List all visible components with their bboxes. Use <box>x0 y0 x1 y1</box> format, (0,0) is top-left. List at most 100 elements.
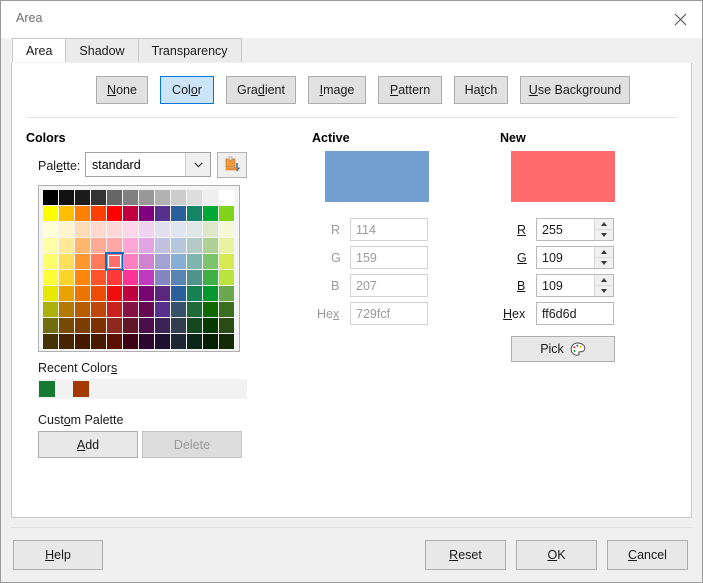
fill-type-image-button[interactable]: Image <box>308 76 366 104</box>
color-swatch[interactable] <box>155 334 170 349</box>
color-swatch[interactable] <box>171 302 186 317</box>
color-swatch[interactable] <box>203 206 218 221</box>
fill-type-use-background-button[interactable]: Use Background <box>520 76 630 104</box>
color-swatch[interactable] <box>59 222 74 237</box>
color-swatch[interactable] <box>219 334 234 349</box>
color-swatch[interactable] <box>219 302 234 317</box>
color-swatch[interactable] <box>219 238 234 253</box>
color-swatch[interactable] <box>91 190 106 205</box>
color-swatch[interactable] <box>75 302 90 317</box>
reset-button[interactable]: Reset <box>425 540 506 570</box>
color-swatch[interactable] <box>75 238 90 253</box>
color-swatch[interactable] <box>219 318 234 333</box>
color-swatch[interactable] <box>123 318 138 333</box>
fill-type-none-button[interactable]: None <box>96 76 148 104</box>
color-swatch[interactable] <box>139 254 154 269</box>
new-g-field[interactable]: 109 <box>536 246 614 269</box>
color-swatch[interactable] <box>91 222 106 237</box>
color-swatch[interactable] <box>75 334 90 349</box>
color-swatch[interactable] <box>107 286 122 301</box>
color-swatch[interactable] <box>203 286 218 301</box>
color-swatch[interactable] <box>123 270 138 285</box>
color-swatch[interactable] <box>219 190 234 205</box>
color-swatch[interactable] <box>203 254 218 269</box>
color-swatch[interactable] <box>187 318 202 333</box>
tab-transparency[interactable]: Transparency <box>137 38 242 62</box>
color-swatch[interactable] <box>123 222 138 237</box>
color-swatch[interactable] <box>203 190 218 205</box>
new-g-spin-down[interactable] <box>595 258 613 268</box>
color-swatch[interactable] <box>91 302 106 317</box>
color-swatch[interactable] <box>59 270 74 285</box>
new-b-field[interactable]: 109 <box>536 274 614 297</box>
color-swatch[interactable] <box>107 190 122 205</box>
color-swatch[interactable] <box>75 318 90 333</box>
chevron-down-icon[interactable] <box>185 153 210 176</box>
new-g-spinner[interactable] <box>594 247 613 268</box>
new-r-field[interactable]: 255 <box>536 218 614 241</box>
color-swatch[interactable] <box>171 206 186 221</box>
color-swatch[interactable] <box>203 222 218 237</box>
color-swatch[interactable] <box>123 206 138 221</box>
color-swatch[interactable] <box>123 302 138 317</box>
color-swatch[interactable] <box>91 206 106 221</box>
color-swatch[interactable] <box>91 270 106 285</box>
color-swatch[interactable] <box>75 270 90 285</box>
color-swatch[interactable] <box>203 270 218 285</box>
color-swatch[interactable] <box>187 238 202 253</box>
color-swatch[interactable] <box>107 318 122 333</box>
new-r-spinner[interactable] <box>594 219 613 240</box>
palette-dropdown[interactable]: standard <box>85 152 211 177</box>
color-swatch[interactable] <box>59 254 74 269</box>
color-swatch[interactable] <box>155 318 170 333</box>
color-swatch[interactable] <box>43 286 58 301</box>
fill-type-hatch-button[interactable]: Hatch <box>454 76 508 104</box>
color-swatch[interactable] <box>43 190 58 205</box>
color-swatch[interactable] <box>75 190 90 205</box>
color-swatch[interactable] <box>123 190 138 205</box>
color-swatch[interactable] <box>203 238 218 253</box>
color-swatch[interactable] <box>155 222 170 237</box>
color-swatch[interactable] <box>91 286 106 301</box>
color-swatch[interactable] <box>59 238 74 253</box>
new-hex-field[interactable]: ff6d6d <box>536 302 614 325</box>
new-b-spinner[interactable] <box>594 275 613 296</box>
color-swatch[interactable] <box>171 190 186 205</box>
color-swatch[interactable] <box>43 206 58 221</box>
color-swatch[interactable] <box>155 254 170 269</box>
color-swatch[interactable] <box>75 222 90 237</box>
color-swatch[interactable] <box>139 238 154 253</box>
color-swatch[interactable] <box>155 286 170 301</box>
color-swatch[interactable] <box>139 286 154 301</box>
color-swatch[interactable] <box>171 334 186 349</box>
color-swatch[interactable] <box>155 238 170 253</box>
recent-colors-bar[interactable] <box>38 379 247 399</box>
color-swatch[interactable] <box>43 318 58 333</box>
color-swatch[interactable] <box>219 206 234 221</box>
new-r-spin-up[interactable] <box>595 219 613 230</box>
color-swatch[interactable] <box>139 222 154 237</box>
close-icon[interactable] <box>658 1 702 37</box>
color-swatch[interactable] <box>59 302 74 317</box>
color-swatch[interactable] <box>43 334 58 349</box>
color-swatch[interactable] <box>187 334 202 349</box>
add-custom-color-button[interactable]: Add <box>38 431 138 458</box>
color-swatch[interactable] <box>107 222 122 237</box>
help-button[interactable]: Help <box>13 540 103 570</box>
cancel-button[interactable]: Cancel <box>607 540 688 570</box>
color-swatch[interactable] <box>107 270 122 285</box>
color-swatch[interactable] <box>107 206 122 221</box>
color-swatch[interactable] <box>187 206 202 221</box>
color-swatch[interactable] <box>139 318 154 333</box>
color-swatch[interactable] <box>91 254 106 269</box>
color-swatch[interactable] <box>139 302 154 317</box>
color-swatch[interactable] <box>123 238 138 253</box>
color-swatch[interactable] <box>43 254 58 269</box>
color-swatch[interactable] <box>203 318 218 333</box>
color-swatch[interactable] <box>187 190 202 205</box>
new-b-spin-up[interactable] <box>595 275 613 286</box>
color-swatch[interactable] <box>91 318 106 333</box>
color-swatch[interactable] <box>171 254 186 269</box>
color-swatch[interactable] <box>171 238 186 253</box>
color-swatch[interactable] <box>139 334 154 349</box>
